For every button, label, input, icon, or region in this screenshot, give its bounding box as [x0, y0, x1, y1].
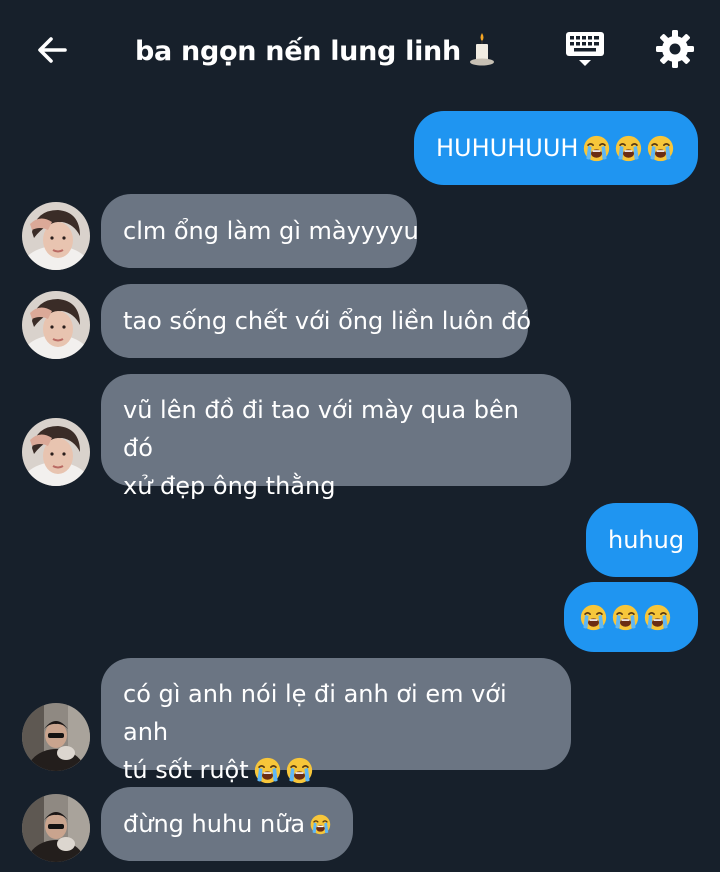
crying-emoji-icon: [615, 135, 642, 162]
avatar[interactable]: [22, 291, 90, 359]
crying-emoji-icon: [647, 135, 674, 162]
message-text-line-2: xử đẹp ông thằng: [123, 472, 336, 500]
message-text: đừng huhu nữa: [123, 810, 306, 838]
crying-emoji-icon: [286, 757, 313, 784]
message-text: clm ổng làm gì màyyyyu: [123, 217, 419, 245]
message-text-line-1: vũ lên đồ đi tao với mày qua bên đó: [123, 396, 519, 462]
message-bubble-outgoing[interactable]: [564, 582, 698, 652]
avatar[interactable]: [22, 202, 90, 270]
message-text: huhug: [608, 526, 685, 554]
crying-emoji-icon: [310, 811, 331, 838]
message-text: tao sống chết với ổng liền luôn đó: [123, 307, 532, 335]
crying-emoji-icon: [612, 604, 639, 631]
crying-emoji-icon: [583, 135, 610, 162]
gear-icon: [656, 30, 694, 68]
avatar[interactable]: [22, 703, 90, 771]
chat-title-text: ba ngọn nến lung linh: [135, 36, 461, 67]
message-bubble-incoming[interactable]: tao sống chết với ổng liền luôn đó: [101, 284, 532, 358]
message-text-line-2-wrap: tú sốt ruột: [123, 751, 313, 789]
avatar[interactable]: [22, 794, 90, 862]
message-text: HUHUHUUH: [436, 134, 579, 162]
settings-button[interactable]: [652, 26, 698, 72]
message-bubble-incoming[interactable]: vũ lên đồ đi tao với mày qua bên đó xử đ…: [101, 374, 571, 500]
back-button[interactable]: [30, 30, 74, 70]
crying-emoji-icon: [580, 604, 607, 631]
candle-icon: [469, 32, 495, 80]
message-bubble-outgoing[interactable]: HUHUHUUH: [414, 111, 698, 185]
keyboard-icon: [566, 32, 604, 66]
arrow-left-icon: [38, 37, 67, 63]
message-bubble-incoming[interactable]: clm ổng làm gì màyyyyu: [101, 194, 419, 268]
crying-emoji-icon: [254, 757, 281, 784]
message-bubble-incoming[interactable]: có gì anh nói lẹ đi anh ơi em với anh tú…: [101, 658, 571, 784]
chat-header: ba ngọn nến lung linh: [0, 0, 720, 100]
message-bubble-outgoing[interactable]: huhug: [586, 503, 698, 577]
message-text-line-2: tú sốt ruột: [123, 756, 249, 784]
avatar[interactable]: [22, 418, 90, 486]
message-bubble-incoming[interactable]: đừng huhu nữa: [101, 787, 353, 861]
chat-title: ba ngọn nến lung linh: [135, 30, 495, 74]
crying-emoji-icon: [644, 604, 671, 631]
message-text-line-1: có gì anh nói lẹ đi anh ơi em với anh: [123, 680, 507, 746]
keyboard-button[interactable]: [562, 26, 608, 72]
